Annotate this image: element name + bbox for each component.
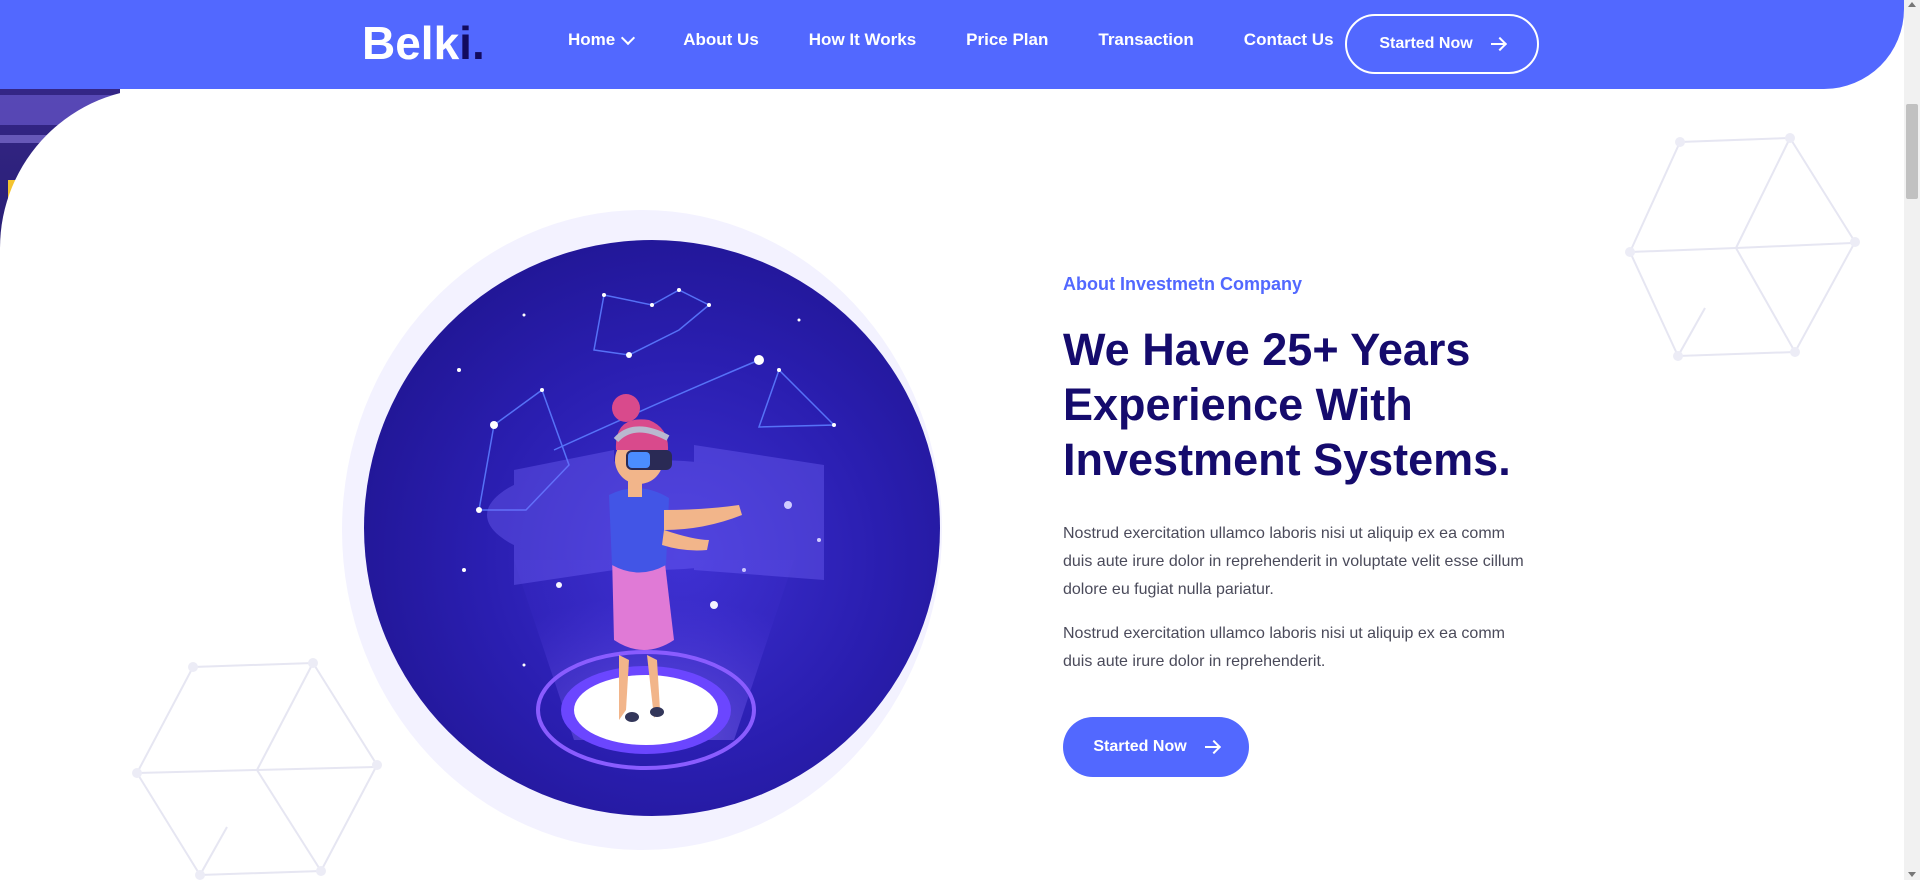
- nav-item-label: Home: [568, 30, 616, 49]
- scroll-up-icon[interactable]: [1908, 2, 1916, 7]
- nav-item-label: Price Plan: [966, 30, 1049, 49]
- nav-item-home[interactable]: Home: [568, 30, 636, 50]
- nav-item-transaction[interactable]: Transaction: [1098, 30, 1193, 50]
- chevron-down-icon: [621, 30, 636, 46]
- nav-item-label: Transaction: [1098, 30, 1194, 49]
- section-heading: We Have 25+ Years Experience With Invest…: [1063, 324, 1511, 485]
- logo-text: Belk: [362, 17, 460, 69]
- site-logo[interactable]: Belki.: [362, 16, 485, 70]
- scrollbar-thumb[interactable]: [1906, 104, 1918, 199]
- nav-item-how-it-works[interactable]: How It Works: [809, 30, 916, 50]
- decorative-hexagon-icon: [1625, 133, 1860, 361]
- header-started-now-button[interactable]: Started Now: [1345, 14, 1539, 74]
- nav-item-price-plan[interactable]: Price Plan: [966, 30, 1048, 50]
- nav-item-label: How It Works: [808, 30, 917, 49]
- nav-item-label: Contact Us: [1243, 30, 1334, 49]
- illustration-circle: [364, 240, 940, 816]
- started-now-button[interactable]: Started Now: [1063, 717, 1249, 777]
- vr-illustration: [342, 210, 942, 850]
- nav-item-about-us[interactable]: About Us: [683, 30, 759, 50]
- nav-item-contact-us[interactable]: Contact Us: [1244, 30, 1334, 50]
- button-label: Started Now: [1093, 738, 1187, 755]
- arrow-right-icon: [1490, 37, 1505, 51]
- vertical-scrollbar[interactable]: [1904, 0, 1920, 880]
- scroll-down-icon[interactable]: [1908, 872, 1916, 877]
- button-label: Started Now: [1379, 35, 1473, 52]
- arrow-right-icon: [1204, 740, 1219, 754]
- vr-woman-icon: [457, 288, 836, 770]
- section-paragraph: Nostrud exercitation ullamco laboris nis…: [1063, 625, 1505, 670]
- nav-item-label: About Us: [683, 30, 759, 49]
- main-nav: Home About Us How It Works Price Plan Tr…: [568, 30, 1384, 50]
- section-eyebrow: About Investmetn Company: [1063, 274, 1303, 294]
- section-paragraph: Nostrud exercitation ullamco laboris nis…: [1063, 525, 1524, 598]
- site-header: Belki. Home About Us How It Works Price …: [0, 0, 1904, 89]
- logo-accent: i.: [459, 17, 485, 69]
